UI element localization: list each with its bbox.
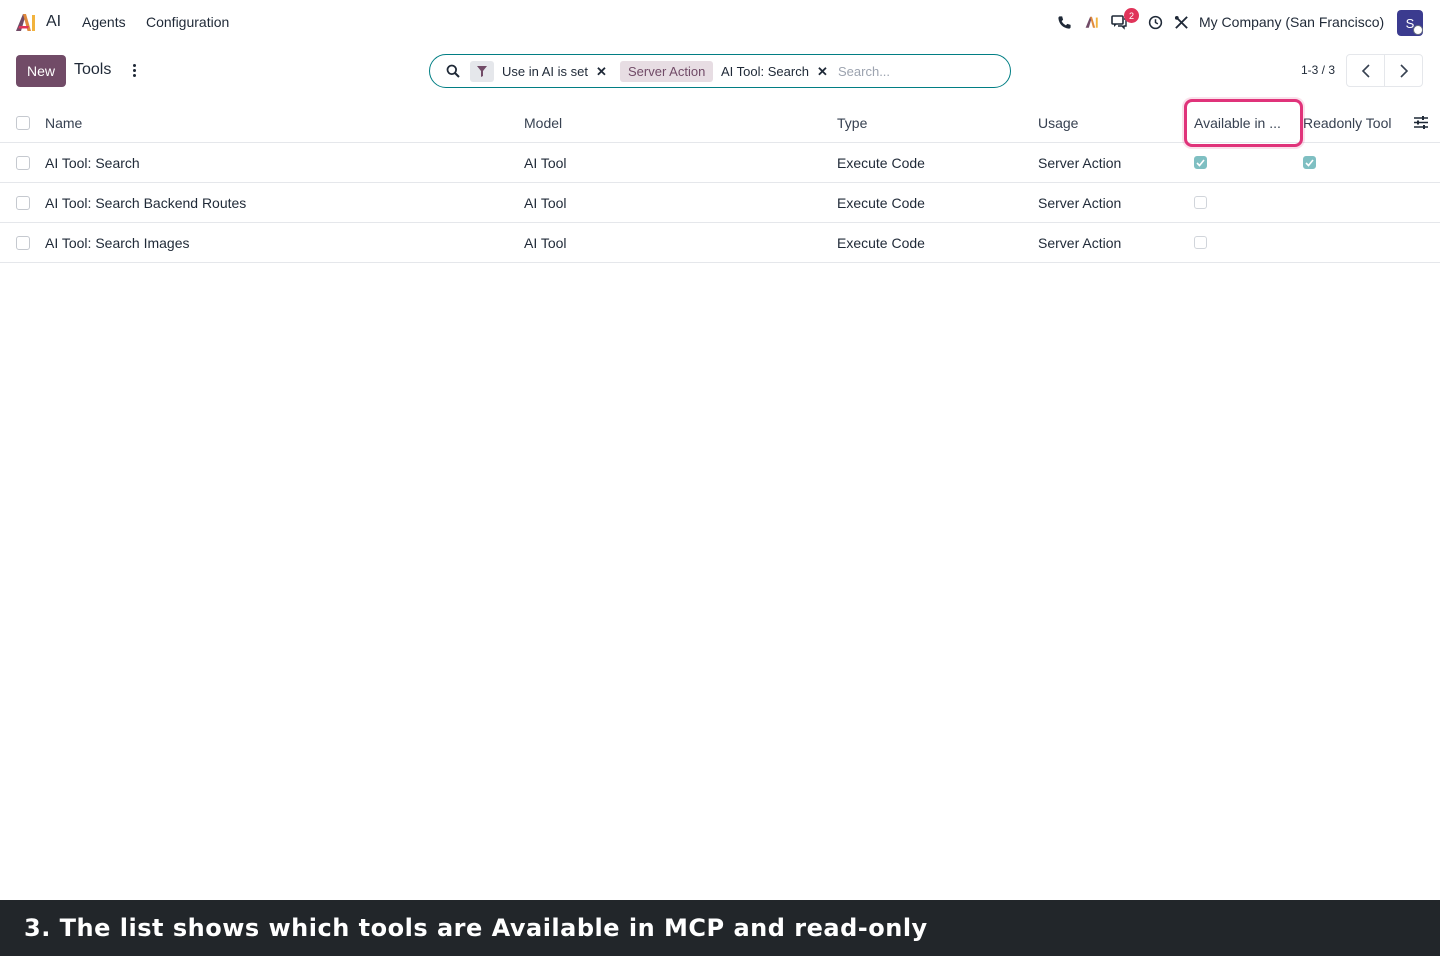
company-switcher[interactable]: My Company (San Francisco) xyxy=(1199,14,1384,30)
table-row[interactable]: AI Tool: Search AI Tool Execute Code Ser… xyxy=(0,143,1440,183)
row-select-checkbox[interactable] xyxy=(16,143,30,182)
column-header-model[interactable]: Model xyxy=(524,103,562,142)
column-header-available-in-mcp[interactable]: Available in ... xyxy=(1194,103,1281,142)
readonly-tool-checkbox[interactable] xyxy=(1303,143,1316,182)
table-row[interactable]: AI Tool: Search Backend Routes AI Tool E… xyxy=(0,183,1440,223)
available-in-mcp-checkbox[interactable] xyxy=(1194,183,1207,222)
ai-icon[interactable] xyxy=(1083,13,1101,31)
filter-icon xyxy=(470,61,494,82)
cell-usage: Server Action xyxy=(1038,194,1122,211)
select-all-checkbox[interactable] xyxy=(16,103,30,142)
menu-item-configuration[interactable]: Configuration xyxy=(146,14,229,30)
cell-usage: Server Action xyxy=(1038,154,1122,171)
top-navbar: AI Agents Configuration 2 My Company (Sa… xyxy=(0,0,1440,45)
debug-icon[interactable] xyxy=(1172,13,1190,31)
search-bar[interactable]: Use in AI is set ✕ Server Action AI Tool… xyxy=(429,54,1011,88)
search-input[interactable] xyxy=(838,61,998,82)
pager-next-button[interactable] xyxy=(1384,54,1423,87)
chevron-right-icon xyxy=(1399,63,1408,78)
cell-model: AI Tool xyxy=(524,194,567,211)
menu-item-agents[interactable]: Agents xyxy=(82,14,126,30)
breadcrumb-title: Tools xyxy=(74,61,112,78)
cell-type: Execute Code xyxy=(837,194,925,211)
facet-filter-label: Use in AI is set xyxy=(502,64,588,79)
available-in-mcp-checkbox[interactable] xyxy=(1194,223,1207,262)
ai-app-logo-icon[interactable] xyxy=(14,11,38,33)
row-select-checkbox[interactable] xyxy=(16,183,30,222)
new-button[interactable]: New xyxy=(16,55,66,87)
facet-filter-remove-icon[interactable]: ✕ xyxy=(596,61,607,82)
check-icon xyxy=(1196,158,1205,167)
table-row[interactable]: AI Tool: Search Images AI Tool Execute C… xyxy=(0,223,1440,263)
cell-name: AI Tool: Search Backend Routes xyxy=(45,194,247,211)
column-header-name[interactable]: Name xyxy=(45,103,82,142)
pager-previous-button[interactable] xyxy=(1346,54,1385,87)
chevron-left-icon xyxy=(1361,63,1370,78)
pager-value[interactable]: 1-3 / 3 xyxy=(1301,63,1335,77)
cell-name: AI Tool: Search Images xyxy=(45,234,190,251)
check-icon xyxy=(1305,158,1314,167)
cell-model: AI Tool xyxy=(524,154,567,171)
cell-usage: Server Action xyxy=(1038,234,1122,251)
actions-menu-icon[interactable] xyxy=(128,61,140,79)
clock-icon[interactable] xyxy=(1146,13,1164,31)
available-in-mcp-checkbox[interactable] xyxy=(1194,143,1207,182)
facet-group-remove-icon[interactable]: ✕ xyxy=(817,61,828,82)
user-status-icon xyxy=(1413,25,1423,35)
facet-group-label: AI Tool: Search xyxy=(721,64,809,79)
table-header: Name Model Type Usage Available in ... R… xyxy=(0,99,1440,147)
app-name[interactable]: AI xyxy=(46,13,61,31)
cell-type: Execute Code xyxy=(837,154,925,171)
search-icon[interactable] xyxy=(446,64,460,78)
cell-type: Execute Code xyxy=(837,234,925,251)
row-select-checkbox[interactable] xyxy=(16,223,30,262)
tools-list: Name Model Type Usage Available in ... R… xyxy=(0,99,1440,263)
column-header-type[interactable]: Type xyxy=(837,103,867,142)
column-header-usage[interactable]: Usage xyxy=(1038,103,1078,142)
cell-model: AI Tool xyxy=(524,234,567,251)
column-header-readonly-tool[interactable]: Readonly Tool xyxy=(1303,103,1391,142)
caption-text: 3. The list shows which tools are Availa… xyxy=(24,914,928,942)
facet-group-tag: Server Action xyxy=(620,61,714,82)
message-count-badge: 2 xyxy=(1124,8,1139,23)
cell-name: AI Tool: Search xyxy=(45,154,140,171)
optional-columns-toggle-icon[interactable] xyxy=(1414,103,1428,142)
phone-icon[interactable] xyxy=(1055,13,1073,31)
tutorial-caption-bar: 3. The list shows which tools are Availa… xyxy=(0,900,1440,956)
